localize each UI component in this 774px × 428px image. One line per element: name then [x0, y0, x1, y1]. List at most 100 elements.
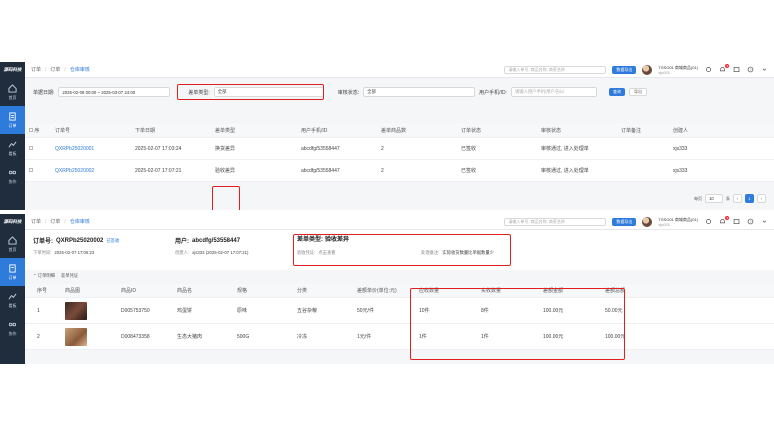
tab-label: 订单明细	[37, 273, 55, 278]
chart-icon	[8, 293, 17, 299]
sidebar-item-label: 协作	[8, 330, 17, 336]
message-icon[interactable]	[732, 218, 740, 226]
sidebar-item-order[interactable]: 订单	[0, 258, 25, 286]
table-row[interactable]: QXRPb25020001 2025-02-07 17:03:24 换货差异 a…	[25, 138, 774, 160]
settings-icon[interactable]	[704, 218, 712, 226]
col-remark: 订单备注	[621, 128, 642, 134]
help-icon[interactable]: ?	[746, 218, 754, 226]
bell-icon[interactable]: 9	[718, 63, 729, 74]
order-status: 已签收	[461, 146, 477, 152]
breadcrumb-item[interactable]: 订单	[50, 218, 60, 225]
next-page-button[interactable]: ›	[757, 194, 766, 203]
row-checkbox[interactable]	[29, 167, 33, 172]
order-status: 已签收	[461, 168, 477, 174]
topbar: 订单 / 订单 / 仓库审核 请输入单号, 商品名称, 商家名称 数据导出 TSSO…	[25, 214, 774, 230]
chart-icon	[8, 141, 17, 147]
product-spec: 原味	[237, 308, 248, 314]
sidebar-item-home[interactable]: 首页	[0, 230, 25, 258]
table-row[interactable]: 2 D008473358 生态大猪肉 500G 冷冻 1元/件 1件 1件 10…	[25, 324, 774, 350]
bell-icon[interactable]: 9	[718, 215, 729, 226]
sidebar-item-order[interactable]: 订单	[0, 106, 25, 134]
order-date: 2025-02-07 17:03:24	[135, 145, 182, 152]
detail-table: 序号 商品图 商品ID 商品名 规格 分类 差额单价(单位:元) 应收数量 实收…	[25, 284, 774, 350]
table-row[interactable]: QXRPb25020002 2025-02-07 17:07:21 验收差异 a…	[25, 160, 774, 182]
review-status: 审核通过, 进入处理单	[541, 168, 589, 174]
tab-order-detail[interactable]: ⌃ 订单明细	[33, 273, 55, 279]
pager: 每页 10 条 ‹ 1 ›	[694, 194, 766, 203]
sidebar-item-chart[interactable]: 看板	[0, 134, 25, 162]
table-row[interactable]: 1 D005753750 鸡蛋饼 原味 五谷杂粮 50元/件 10件 8件 10…	[25, 298, 774, 324]
breadcrumb-item[interactable]: 订单	[31, 218, 41, 225]
bell-badge: 9	[725, 215, 729, 220]
breadcrumb-current: 仓库审核	[69, 67, 90, 73]
order-no-link[interactable]: QXRPb25020002	[51, 168, 131, 174]
status-label: 审核状态:	[337, 89, 360, 96]
breadcrumb-item[interactable]: 订单	[50, 66, 60, 73]
sidebar-item-label: 首页	[8, 246, 17, 252]
creator: xjs333	[673, 167, 688, 174]
col-price: 差额单价(单位:元)	[357, 288, 397, 294]
help-icon[interactable]: ?	[746, 66, 754, 74]
order-icon	[9, 263, 16, 273]
sidebar-item-label: 首页	[8, 94, 17, 100]
collapse-icon[interactable]	[760, 218, 768, 226]
user-name: TSSO01 商城商品(01)	[658, 64, 698, 70]
product-category: 五谷杂粮	[297, 308, 318, 314]
avatar[interactable]	[642, 216, 653, 227]
global-search-input[interactable]: 请输入单号, 商品名称, 商家名称	[504, 65, 607, 74]
col-count: 差单商品数	[381, 128, 407, 134]
prev-page-button[interactable]: ‹	[733, 194, 742, 203]
collapse-icon[interactable]	[760, 66, 768, 74]
col-status: 订单状态	[461, 128, 482, 134]
sidebar-item-label: 看板	[8, 150, 17, 156]
sidebar-item-label: 订单	[8, 122, 17, 128]
topbar-right: 请输入单号, 商品名称, 商家名称 数据导出 TSSO01 商城商品(01) x…	[504, 215, 768, 227]
product-image[interactable]	[65, 301, 87, 320]
user-sub: xjs001	[658, 221, 670, 227]
product-image[interactable]	[65, 327, 87, 346]
col-type: 差单类型	[215, 128, 236, 134]
sidebar-item-chart[interactable]: 看板	[0, 286, 25, 314]
diff-count: 2	[381, 167, 384, 174]
user-info[interactable]: TSSO01 商城商品(01) xjs001	[658, 65, 698, 75]
col-sku: 商品ID	[121, 288, 137, 294]
table-header: 序 订单号 下单日期 差单类型 用户手机/ID 差单商品数 订单状态 审核状态 …	[25, 124, 774, 138]
page-size-select[interactable]: 10	[705, 194, 723, 203]
export-button[interactable]: 数据导出	[612, 65, 637, 74]
order-table: 序 订单号 下单日期 差单类型 用户手机/ID 差单商品数 订单状态 审核状态 …	[25, 124, 774, 182]
user-input[interactable]: 请输入用户手机/用户名/id	[510, 87, 597, 97]
page-number-button[interactable]: 1	[745, 194, 754, 203]
row-checkbox[interactable]	[29, 145, 33, 150]
date-range-field[interactable]: 2025-02-08 00:00 ~ 2025-03-07 24:00	[58, 87, 171, 97]
detail-tabs: ⌃ 订单明细 差单凭证	[25, 270, 774, 282]
user-info[interactable]: TSSO01 商城商品(01) xjs001	[658, 217, 698, 227]
settings-icon[interactable]	[704, 66, 712, 74]
select-all-checkbox[interactable]	[29, 128, 33, 132]
home-icon	[8, 83, 17, 93]
query-button[interactable]: 查询	[608, 88, 625, 96]
export-button[interactable]: 数据导出	[612, 217, 637, 226]
export-filter-button[interactable]: 导出	[628, 88, 647, 96]
sidebar-item-label: 订单	[8, 274, 17, 280]
user-id: abcdfg/53558447	[301, 167, 340, 174]
avatar[interactable]	[642, 64, 653, 75]
order-no-link[interactable]: QXRPb25020001	[51, 146, 131, 152]
sidebar-item-share[interactable]: 协作	[0, 162, 25, 190]
tab-proof[interactable]: 差单凭证	[61, 273, 78, 279]
col-date: 下单日期	[135, 128, 156, 134]
global-search-input[interactable]: 请输入单号, 商品名称, 商家名称	[504, 217, 607, 226]
date-label: 单据日期:	[33, 89, 55, 96]
diff-type: 换货差异	[215, 146, 236, 152]
svg-text:?: ?	[749, 68, 751, 72]
breadcrumb-item[interactable]: 订单	[31, 66, 41, 73]
breadcrumb-current: 仓库审核	[69, 219, 90, 225]
status-select[interactable]: 全部	[363, 87, 476, 97]
sidebar-item-home[interactable]: 首页	[0, 78, 25, 106]
col-spec: 规格	[237, 288, 248, 294]
user-value-link[interactable]: abcdfg/53558447	[192, 238, 240, 244]
message-icon[interactable]	[732, 66, 740, 74]
order-date-value: 2025-02-07 17:06:23	[54, 250, 95, 255]
product-sku: D008473358	[121, 333, 150, 340]
sidebar-item-share[interactable]: 协作	[0, 314, 25, 342]
order-list-panel: 源码科技 首页 订单 看板 协作 订单 / 订单 / 仓库审核 请输入单号, 商…	[0, 62, 774, 210]
